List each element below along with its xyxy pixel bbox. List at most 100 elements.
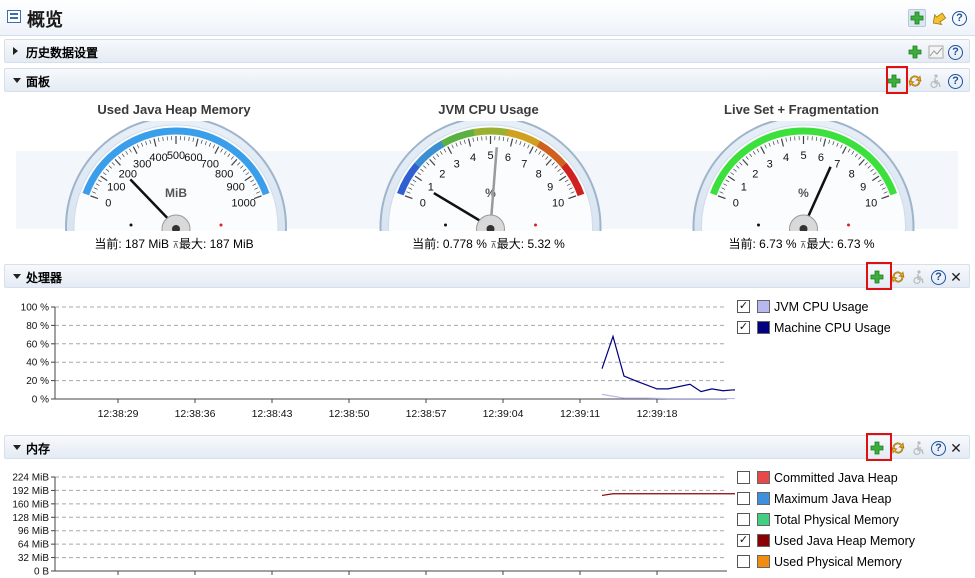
gauge-values: 当前: 187 MiB ⊼最大: 187 MiB (94, 237, 254, 251)
gauge-tick-label: 1000 (231, 197, 255, 209)
legend-item-jvm-cpu[interactable]: ✓ JVM CPU Usage (737, 296, 891, 317)
y-tick-label: 0 % (32, 395, 49, 406)
section-title-dashboard: 面板 (26, 75, 51, 89)
x-tick-label: 12:38:50 (329, 408, 370, 420)
dashboard-section-header[interactable]: 面板 ? (4, 68, 970, 92)
gauge-jvm-cpu-usage: JVM CPU Usage 0 1 2 3 4 5 6 7 8 9 10% 当前: 0.778 % … (332, 95, 645, 255)
title-toolbar: ? (908, 9, 967, 27)
x-tick-label: 12:39:04 (483, 408, 524, 420)
y-tick-label: 128 MiB (12, 513, 49, 524)
add-icon[interactable] (906, 43, 924, 61)
y-tick-label: 60 % (26, 339, 49, 350)
help-icon[interactable]: ? (931, 440, 946, 456)
processor-chart: 0 % 20 % 40 % 60 % 80 % 100 % 12:38:29 12:38:36… (21, 303, 735, 420)
memory-section-header[interactable]: 内存 ? ✕ (4, 435, 970, 459)
gauge-current: 当前: 0.778 % (412, 237, 491, 251)
gauge-tick-label: 8 (536, 168, 542, 180)
gauge-tick-label: 0 (105, 197, 111, 209)
gauge-tick-label: 8 (849, 168, 855, 180)
gauge-tick-label: 1 (741, 182, 747, 194)
y-tick-label: 96 MiB (18, 526, 49, 537)
help-icon[interactable]: ? (948, 44, 963, 60)
gauge-values: 当前: 0.778 % ⊼最大: 5.32 % (412, 237, 565, 251)
y-tick-label: 64 MiB (18, 540, 49, 551)
processor-legend: ✓ JVM CPU Usage ✓ Machine CPU Usage (737, 296, 891, 338)
overview-page: 概览 ? 历史数据设置 ? 面板 ? Used Java Heap Memory… (0, 0, 975, 578)
gauge-tick-label: 9 (860, 182, 866, 194)
legend-swatch (757, 513, 770, 526)
expand-arrow-icon[interactable] (13, 47, 18, 55)
gauge-tick-label: 2 (752, 168, 758, 180)
section-title-memory: 内存 (26, 442, 51, 456)
page-title: 概览 (27, 10, 63, 30)
chart-settings-icon[interactable] (927, 43, 945, 61)
legend-label: Machine CPU Usage (774, 320, 891, 335)
legend-swatch (757, 555, 770, 568)
legend-checkbox[interactable]: ✓ (737, 534, 750, 547)
legend-checkbox[interactable] (737, 471, 750, 484)
help-icon[interactable]: ? (931, 269, 946, 285)
x-tick-label: 12:38:29 (98, 408, 139, 420)
memory-legend: Committed Java Heap Maximum Java Heap To… (737, 467, 915, 572)
legend-label: Committed Java Heap (774, 470, 898, 485)
collapse-arrow-icon[interactable] (13, 445, 21, 450)
collapse-arrow-icon[interactable] (13, 274, 21, 279)
gauge-dot-min (129, 223, 133, 227)
gauge-title: JVM CPU Usage (438, 102, 539, 117)
processor-section-header[interactable]: 处理器 ? ✕ (4, 264, 970, 288)
gauge-tick-label: 800 (215, 168, 233, 180)
gauge-tick-label: 0 (733, 197, 739, 209)
legend-checkbox[interactable]: ✓ (737, 300, 750, 313)
gauge-current: 当前: 6.73 % (728, 237, 800, 251)
legend-checkbox[interactable]: ✓ (737, 321, 750, 334)
y-tick-label: 160 MiB (12, 499, 49, 510)
legend-swatch (757, 471, 770, 484)
legend-checkbox[interactable] (737, 492, 750, 505)
y-tick-label: 20 % (26, 376, 49, 387)
legend-checkbox[interactable] (737, 513, 750, 526)
gauge-tick-label: 2 (439, 168, 445, 180)
gauge-current: 当前: 187 MiB (94, 237, 173, 251)
gauge-title: Live Set + Fragmentation (724, 102, 879, 117)
legend-swatch (757, 321, 770, 334)
y-tick-label: 32 MiB (18, 553, 49, 564)
accessibility-icon[interactable] (910, 268, 928, 286)
legend-item-used-heap[interactable]: ✓ Used Java Heap Memory (737, 530, 915, 551)
gauge-tick-label: 5 (800, 150, 806, 162)
gauge-values: 当前: 6.73 % ⊼最大: 6.73 % (728, 237, 875, 251)
gauge-tick-label: 0 (420, 197, 426, 209)
gauge-tick-label: 7 (834, 158, 840, 170)
gauge-dial: 0100200300400 500 6007008009001000MiB (16, 121, 332, 231)
gauge-live-set-fragmentation: Live Set + Fragmentation 0 1 2 3 4 5 6 7 8 9 10% 当… (645, 95, 958, 255)
accessibility-icon[interactable] (910, 439, 928, 457)
help-icon[interactable]: ? (952, 10, 967, 26)
y-tick-label: 224 MiB (12, 473, 49, 484)
gauge-max: 最大: 6.73 % (806, 237, 875, 251)
accessibility-icon[interactable] (927, 72, 945, 90)
legend-item-machine-cpu[interactable]: ✓ Machine CPU Usage (737, 317, 891, 338)
gauge-max: 最大: 5.32 % (496, 237, 565, 251)
x-tick-label: 12:38:43 (252, 408, 293, 420)
legend-item-maximum-heap[interactable]: Maximum Java Heap (737, 488, 915, 509)
gauge-unit: % (798, 186, 809, 200)
highlight-box (866, 433, 892, 461)
gauge-dot-max (847, 223, 850, 227)
history-settings-section-header[interactable]: 历史数据设置 ? (4, 39, 970, 63)
legend-item-used-physical[interactable]: Used Physical Memory (737, 551, 915, 572)
collapse-arrow-icon[interactable] (13, 78, 21, 83)
legend-checkbox[interactable] (737, 555, 750, 568)
refresh-icon[interactable] (906, 72, 924, 90)
help-icon[interactable]: ? (948, 73, 963, 89)
gauge-dot-min (444, 223, 447, 227)
y-tick-label: 100 % (21, 303, 49, 314)
legend-label: Total Physical Memory (774, 512, 900, 527)
section-title-history: 历史数据设置 (26, 46, 99, 60)
legend-item-committed-heap[interactable]: Committed Java Heap (737, 467, 915, 488)
close-icon[interactable]: ✕ (949, 440, 963, 457)
add-chart-icon[interactable] (908, 9, 926, 27)
legend-item-total-physical[interactable]: Total Physical Memory (737, 509, 915, 530)
close-icon[interactable]: ✕ (949, 269, 963, 286)
gauge-track-segment (473, 127, 509, 137)
reset-icon[interactable] (930, 9, 948, 27)
legend-swatch (757, 534, 770, 547)
